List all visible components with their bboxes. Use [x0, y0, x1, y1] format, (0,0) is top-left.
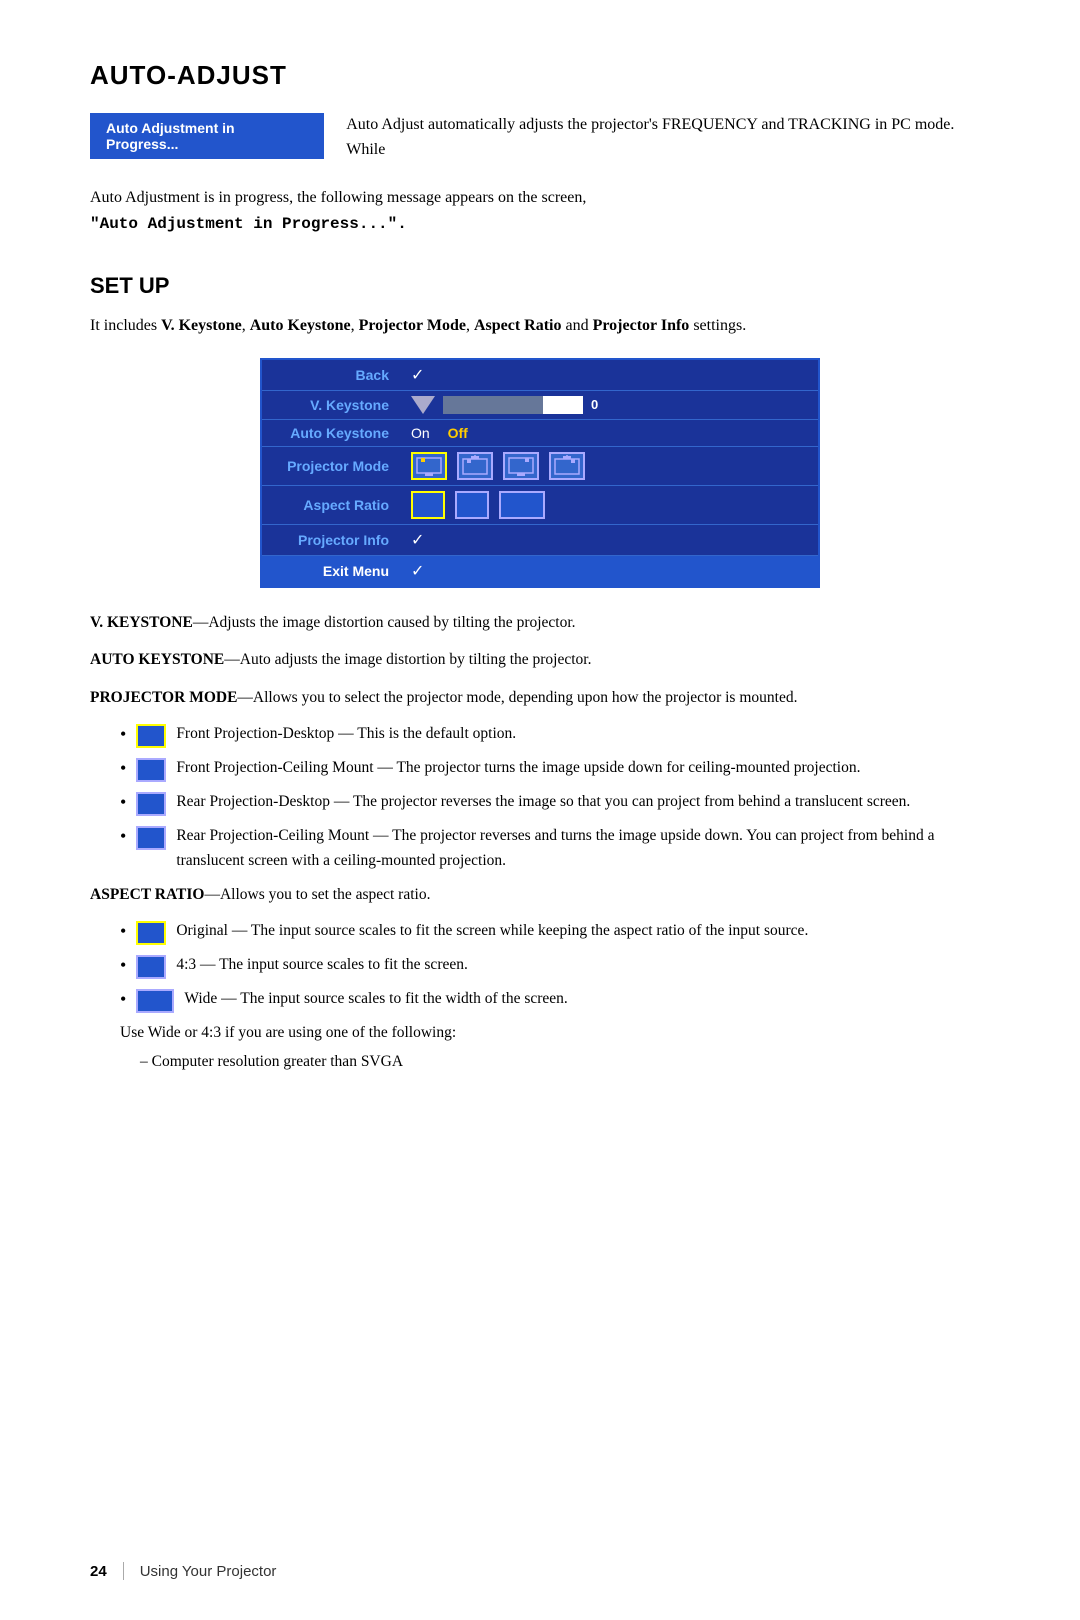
icon-rear-ceiling — [136, 826, 166, 850]
projectormode-bullet-2: • Front Projection-Ceiling Mount — The p… — [120, 756, 990, 782]
mode-icon-front-ceiling — [457, 452, 493, 480]
menu-label-back: Back — [261, 359, 401, 391]
setup-title: SET UP — [90, 273, 990, 299]
auto-adjust-monospace: "Auto Adjustment in Progress...". — [90, 215, 407, 233]
page-footer: 24 Using Your Projector — [0, 1562, 1080, 1580]
menu-label-autokeystone: Auto Keystone — [261, 419, 401, 446]
aspect-icon-original — [411, 491, 445, 519]
menu-row-exit: Exit Menu ✓ — [261, 555, 819, 587]
footer-divider — [123, 1562, 124, 1580]
menu-row-projectormode: Projector Mode — [261, 446, 819, 485]
menu-row-projectorinfo: Projector Info ✓ — [261, 524, 819, 555]
mode-icon-front-desktop — [411, 452, 447, 480]
aspectratio-bullet-2: • 4:3 — The input source scales to fit t… — [120, 953, 990, 979]
projectormode-bullet-1: • Front Projection-Desktop — This is the… — [120, 722, 990, 748]
menu-content-exit: ✓ — [401, 555, 819, 587]
menu-label-projectormode: Projector Mode — [261, 446, 401, 485]
footer-text: Using Your Projector — [140, 1563, 277, 1580]
menu-row-back: Back ✓ — [261, 359, 819, 391]
menu-label-exit: Exit Menu — [261, 555, 401, 587]
menu-content-projectormode — [401, 446, 819, 485]
desc-vkeystone: V. KEYSTONE—Adjusts the image distortion… — [90, 610, 990, 636]
auto-adjust-banner: Auto Adjustment in Progress... — [90, 113, 324, 159]
icon-aspect-original — [136, 921, 166, 945]
desc-aspectratio: ASPECT RATIO—Allows you to set the aspec… — [90, 882, 990, 908]
icon-aspect-wide — [136, 989, 174, 1013]
setup-menu-table: Back ✓ V. Keystone 0 Auto Keystone On Of… — [260, 358, 820, 588]
setup-intro: It includes V. Keystone, Auto Keystone, … — [90, 313, 990, 339]
menu-content-back: ✓ — [401, 359, 819, 391]
auto-adjust-note: Auto Adjustment is in progress, the foll… — [90, 185, 990, 237]
icon-aspect-43 — [136, 955, 166, 979]
auto-adjust-right-text: Auto Adjust automatically adjusts the pr… — [346, 113, 990, 163]
aspect-sub-bullet-1: – Computer resolution greater than SVGA — [140, 1050, 990, 1075]
menu-row-autokeystone: Auto Keystone On Off — [261, 419, 819, 446]
menu-content-vkeystone: 0 — [401, 390, 819, 419]
menu-content-autokeystone: On Off — [401, 419, 819, 446]
aspectratio-bullet-3: • Wide — The input source scales to fit … — [120, 987, 990, 1013]
page-number: 24 — [90, 1563, 107, 1580]
aspectratio-bullets: • Original — The input source scales to … — [120, 919, 990, 1013]
desc-projectormode: PROJECTOR MODE—Allows you to select the … — [90, 685, 990, 711]
desc-autokeystone: AUTO KEYSTONE—Auto adjusts the image dis… — [90, 647, 990, 673]
auto-adjust-intro: Auto Adjustment in Progress... Auto Adju… — [90, 113, 990, 169]
icon-front-ceiling — [136, 758, 166, 782]
aspect-use-note: Use Wide or 4:3 if you are using one of … — [120, 1021, 990, 1046]
aspect-icon-wide — [499, 491, 545, 519]
menu-content-aspectratio — [401, 485, 819, 524]
icon-rear-desktop — [136, 792, 166, 816]
menu-label-aspectratio: Aspect Ratio — [261, 485, 401, 524]
menu-row-vkeystone: V. Keystone 0 — [261, 390, 819, 419]
projectormode-bullets: • Front Projection-Desktop — This is the… — [120, 722, 990, 874]
aspect-icon-43 — [455, 491, 489, 519]
projectormode-bullet-3: • Rear Projection-Desktop — The projecto… — [120, 790, 990, 816]
menu-row-aspectratio: Aspect Ratio — [261, 485, 819, 524]
menu-content-projectorinfo: ✓ — [401, 524, 819, 555]
icon-front-desktop — [136, 724, 166, 748]
mode-icon-rear-desktop — [503, 452, 539, 480]
menu-label-vkeystone: V. Keystone — [261, 390, 401, 419]
projectormode-bullet-4: • Rear Projection-Ceiling Mount — The pr… — [120, 824, 990, 874]
mode-icon-rear-ceiling — [549, 452, 585, 480]
menu-label-projectorinfo: Projector Info — [261, 524, 401, 555]
aspectratio-bullet-1: • Original — The input source scales to … — [120, 919, 990, 945]
auto-adjust-title: AUTO-ADJUST — [90, 60, 990, 91]
